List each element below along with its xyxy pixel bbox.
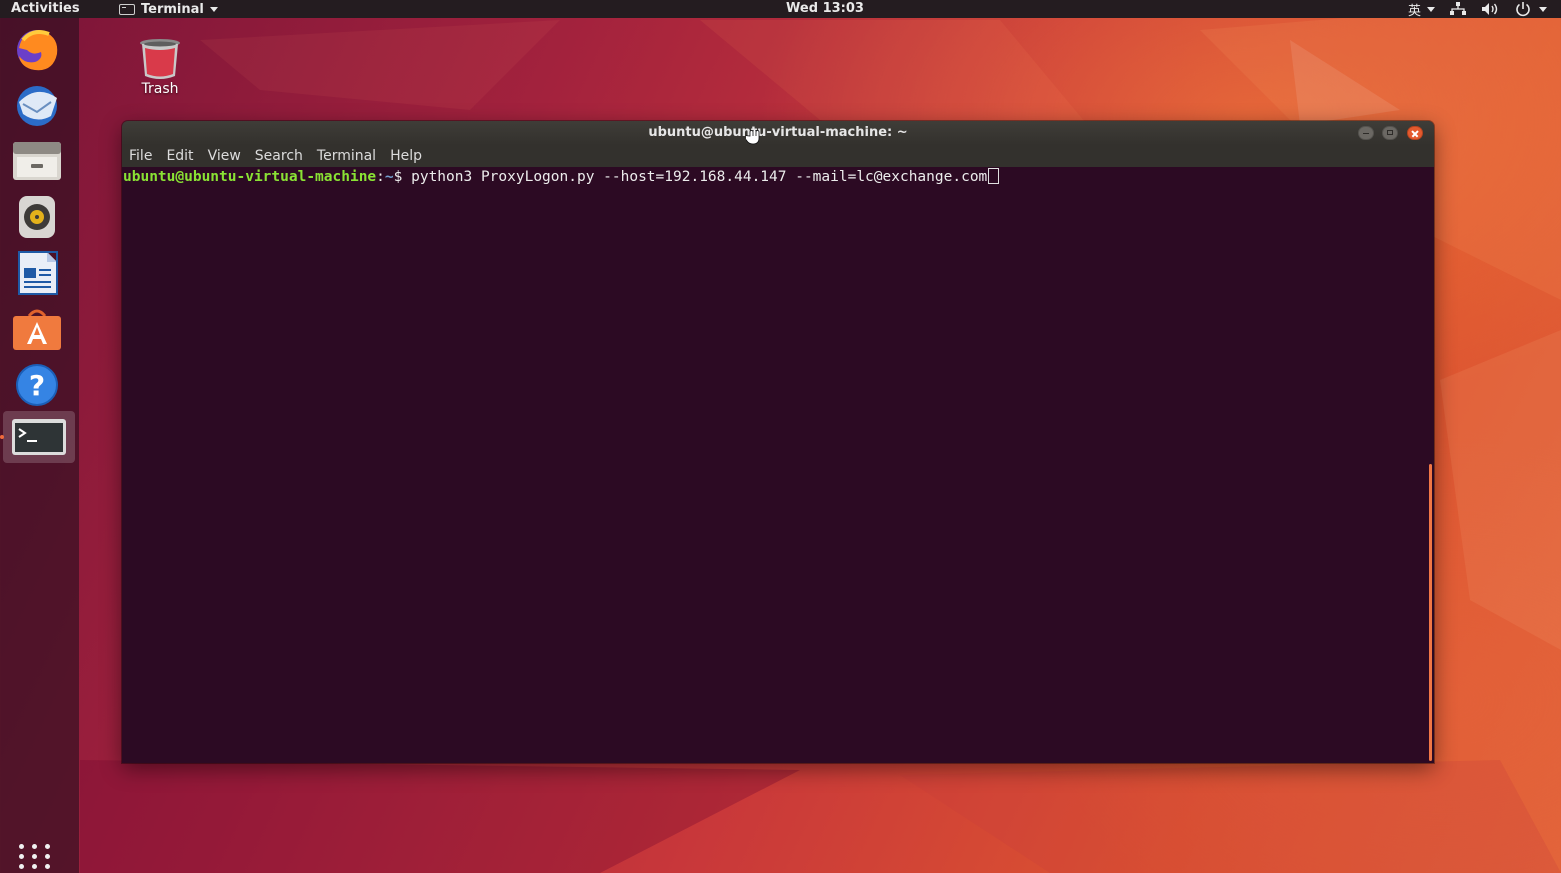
terminal-window: ubuntu@ubuntu-virtual-machine: ~ File Ed…: [122, 121, 1434, 763]
prompt-separator: :: [376, 169, 385, 185]
menu-file[interactable]: File: [122, 145, 159, 167]
prompt-path: ~: [384, 169, 394, 185]
system-tray: 英: [1408, 0, 1547, 19]
trash-icon: [140, 39, 180, 79]
dock-files[interactable]: [9, 136, 65, 186]
software-icon: [13, 309, 61, 350]
thunderbird-icon: [17, 86, 57, 126]
files-icon: [13, 142, 61, 180]
window-title: ubuntu@ubuntu-virtual-machine: ~: [648, 125, 908, 140]
terminal-output[interactable]: ubuntu@ubuntu-virtual-machine:~$ python3…: [122, 167, 1427, 763]
terminal-menubar: File Edit View Search Terminal Help: [122, 145, 1434, 167]
top-bar: Activities Terminal Wed 13:03 英: [0, 0, 1561, 19]
firefox-icon: [17, 30, 58, 71]
dock: ?: [0, 18, 79, 873]
window-titlebar[interactable]: ubuntu@ubuntu-virtual-machine: ~: [122, 121, 1434, 145]
text-cursor: [988, 168, 1000, 184]
activities-button[interactable]: Activities: [11, 0, 80, 18]
terminal-small-icon: [119, 3, 135, 15]
input-method-indicator[interactable]: 英: [1408, 0, 1435, 19]
rhythmbox-icon: [19, 196, 55, 238]
close-button[interactable]: [1407, 126, 1423, 140]
dock-software[interactable]: [9, 304, 65, 354]
system-menu[interactable]: [1515, 1, 1547, 17]
minimize-button[interactable]: [1358, 126, 1374, 140]
command-text: python3 ProxyLogon.py --host=192.168.44.…: [411, 169, 988, 185]
svg-text:?: ?: [29, 369, 45, 402]
dock-terminal[interactable]: [3, 411, 75, 463]
app-menu-label: Terminal: [141, 1, 204, 17]
network-icon[interactable]: [1449, 2, 1467, 16]
dock-help[interactable]: ?: [9, 360, 65, 410]
dock-rhythmbox[interactable]: [9, 192, 65, 242]
menu-terminal[interactable]: Terminal: [310, 145, 383, 167]
volume-icon[interactable]: [1481, 2, 1501, 16]
dock-thunderbird[interactable]: [9, 80, 65, 130]
dock-writer[interactable]: [9, 248, 65, 298]
input-method-label: 英: [1407, 3, 1421, 19]
menu-search[interactable]: Search: [248, 145, 310, 167]
chevron-down-icon: [1539, 6, 1547, 12]
maximize-button[interactable]: [1382, 126, 1398, 140]
chevron-down-icon: [1427, 6, 1435, 12]
trash-label: Trash: [141, 81, 179, 97]
prompt-user-host: ubuntu@ubuntu-virtual-machine: [123, 169, 377, 185]
app-grid-icon[interactable]: [17, 842, 57, 872]
desktop-trash[interactable]: Trash: [128, 36, 192, 97]
menu-view[interactable]: View: [201, 145, 248, 167]
app-menu[interactable]: Terminal: [119, 0, 218, 18]
help-icon: ?: [16, 364, 58, 406]
scrollbar[interactable]: [1429, 464, 1432, 761]
prompt-symbol: $: [393, 169, 412, 185]
power-icon: [1516, 2, 1530, 17]
chevron-down-icon: [209, 6, 218, 12]
command-line: ubuntu@ubuntu-virtual-machine:~$ python3…: [123, 168, 1000, 186]
writer-icon: [18, 251, 58, 295]
menu-help[interactable]: Help: [383, 145, 429, 167]
menu-edit[interactable]: Edit: [159, 145, 200, 167]
clock[interactable]: Wed 13:03: [786, 1, 864, 16]
dock-firefox[interactable]: [9, 24, 65, 74]
terminal-icon: [12, 419, 66, 455]
running-indicator: [0, 435, 4, 439]
